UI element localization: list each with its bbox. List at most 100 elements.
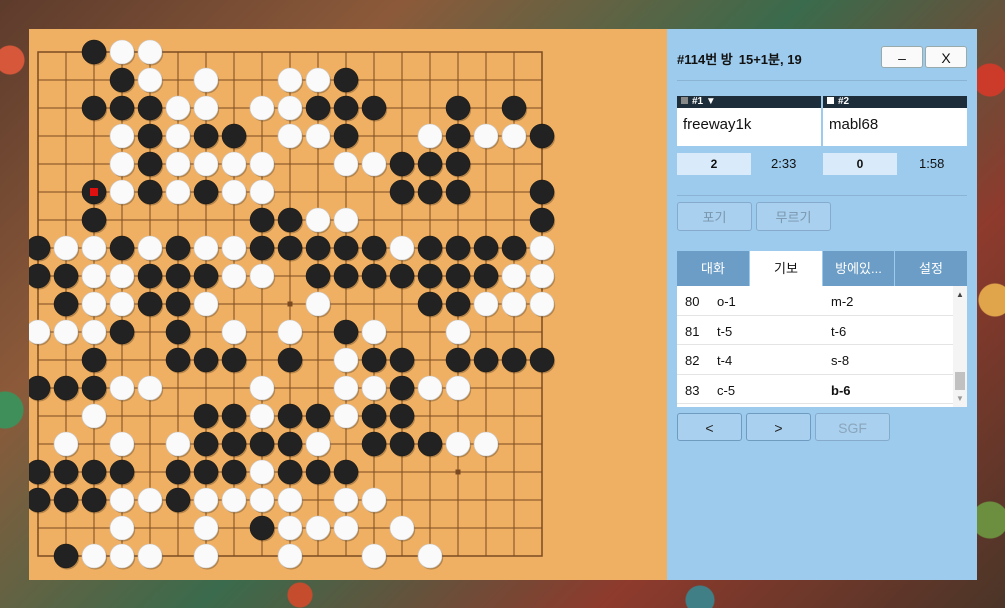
black-stone [81,487,107,513]
tab-settings[interactable]: 설정 [895,251,967,286]
black-stone [305,263,331,289]
white-stone [109,431,135,457]
black-stone [109,95,135,121]
black-stone [529,123,555,149]
black-stone [249,235,275,261]
white-stone [333,207,359,233]
black-stone [165,263,191,289]
next-move-button[interactable]: > [746,413,811,441]
white-stone [193,151,219,177]
black-stone [81,459,107,485]
white-stone [109,263,135,289]
go-board[interactable] [29,29,667,580]
black-stone [29,459,51,485]
white-stone [221,263,247,289]
black-stone [389,151,415,177]
player-rank-header: #2 [823,96,967,108]
white-stone [109,543,135,569]
white-stone [249,403,275,429]
white-stone [277,95,303,121]
black-stone [501,235,527,261]
resign-button[interactable]: 포기 [677,202,752,231]
scroll-up-icon[interactable]: ▲ [956,290,964,299]
white-stone [445,319,471,345]
black-stone [137,179,163,205]
player-card-white: #2 mabl68 [823,96,967,146]
black-stone [333,319,359,345]
white-stone [81,319,107,345]
white-stone [305,515,331,541]
divider [677,195,967,196]
tab-record[interactable]: 기보 [750,251,823,286]
black-stone [333,95,359,121]
black-stone [165,487,191,513]
black-stone [417,263,443,289]
white-stone [529,291,555,317]
black-stone [193,263,219,289]
black-stone [53,487,79,513]
white-stone [501,291,527,317]
black-stone [249,515,275,541]
black-stone [445,263,471,289]
white-stone [193,235,219,261]
white-stone [53,319,79,345]
scroll-down-icon[interactable]: ▼ [956,394,964,403]
sgf-button[interactable]: SGF [815,413,890,441]
scroll-thumb[interactable] [955,372,965,390]
white-stone [109,123,135,149]
black-stone [417,291,443,317]
black-stone [501,95,527,121]
black-stone [529,347,555,373]
black-stone [81,347,107,373]
black-stone [361,403,387,429]
black-stone [361,235,387,261]
black-stone [29,487,51,513]
move-row[interactable]: 83 c-5 b-6 [677,375,967,404]
white-stone [305,123,331,149]
white-stone [305,207,331,233]
black-stone [165,459,191,485]
white-stone [221,235,247,261]
black-stone [305,403,331,429]
minimize-button[interactable]: – [881,46,923,68]
divider [677,80,967,81]
move-row[interactable]: 81 t-5 t-6 [677,316,967,345]
white-stone [137,543,163,569]
black-stone [277,347,303,373]
undo-button[interactable]: 무르기 [756,202,831,231]
black-stone [109,459,135,485]
white-stone [53,431,79,457]
black-stone [277,207,303,233]
white-stone [221,151,247,177]
move-row[interactable]: 82 t-4 s-8 [677,345,967,375]
last-move-marker [90,188,98,196]
black-stone [165,291,191,317]
tab-chat[interactable]: 대화 [677,251,750,286]
black-stone [333,67,359,93]
black-stone [389,179,415,205]
black-stone [193,179,219,205]
white-stone [249,487,275,513]
prev-move-button[interactable]: < [677,413,742,441]
white-stone [109,39,135,65]
tab-users[interactable]: 방에있... [823,251,895,286]
player-name: freeway1k [683,116,752,133]
white-stone [529,263,555,289]
move-list-scrollbar[interactable]: ▲ ▼ [953,286,967,407]
black-stone [305,459,331,485]
room-title: #114번 방 15+1분, 19 [677,52,802,67]
black-stone [473,263,499,289]
white-stone [333,487,359,513]
black-stone [193,459,219,485]
black-stone [277,403,303,429]
black-stone [389,403,415,429]
black-stone [417,151,443,177]
white-stone [417,543,443,569]
black-stone [389,347,415,373]
white-stone [361,151,387,177]
black-stone [445,291,471,317]
white-stone [333,151,359,177]
move-record-list[interactable]: 80 o-1 m-2 81 t-5 t-6 82 t-4 s-8 83 c-5 … [677,286,967,407]
move-row[interactable]: 80 o-1 m-2 [677,286,967,316]
close-button[interactable]: X [925,46,967,68]
